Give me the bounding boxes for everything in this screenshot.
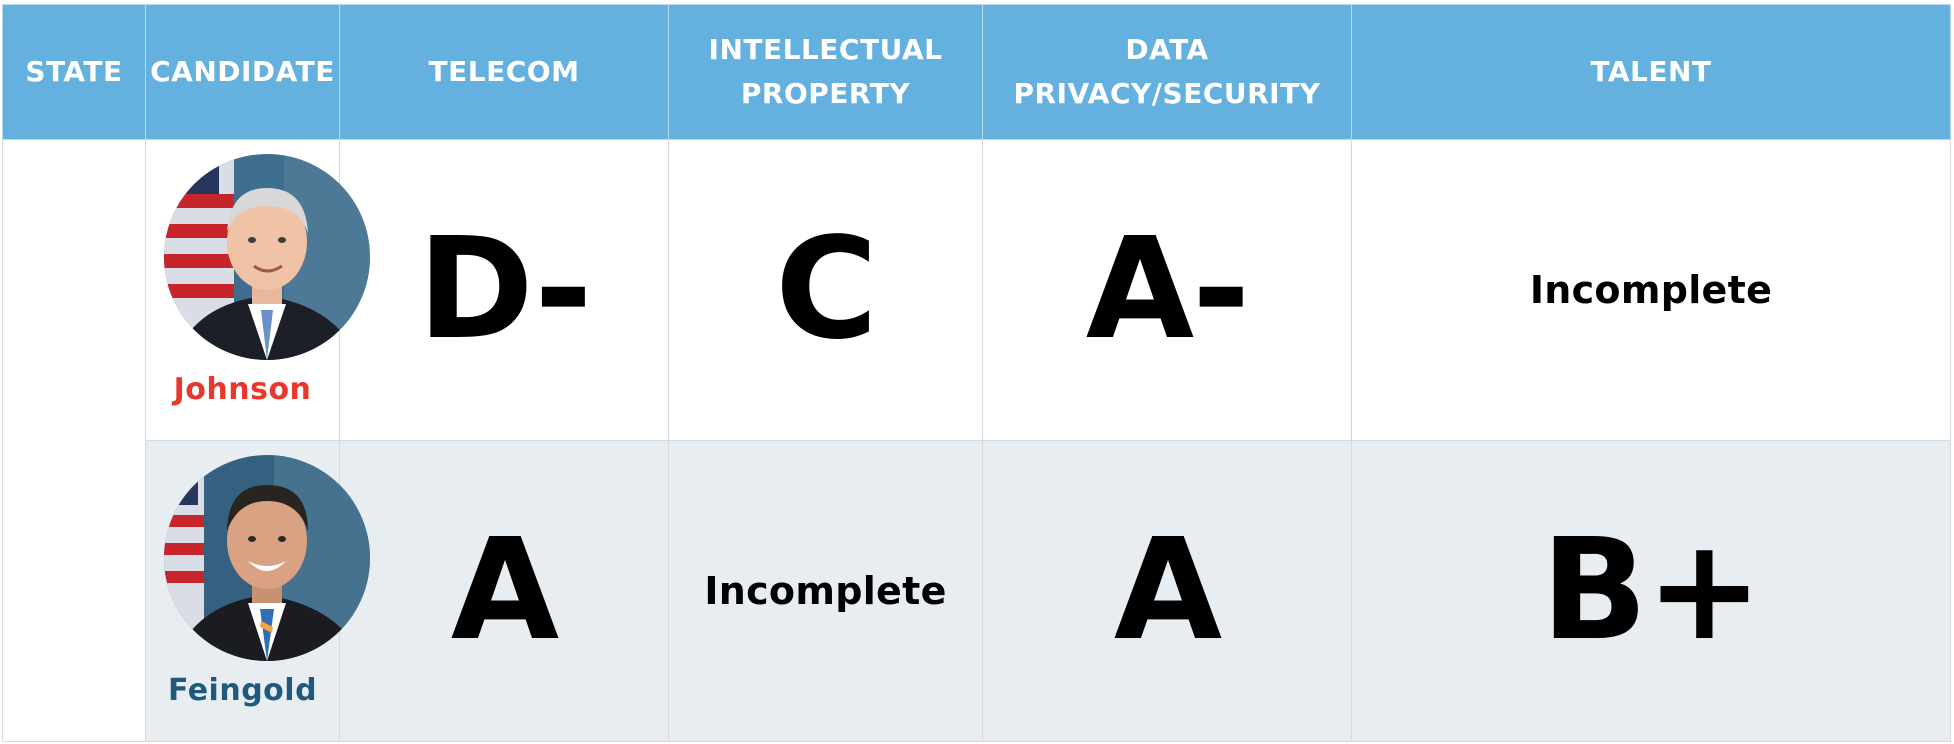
candidate-photo-feingold [164,455,370,661]
grade-value: C [775,208,878,371]
candidate-name: Feingold [167,673,318,708]
header-row: STATE CANDIDATE TELECOM INTELLECTUAL PRO… [2,4,1951,140]
header-ip-line1: INTELLECTUAL [708,33,943,66]
header-talent: TALENT [1351,4,1951,140]
grade-data-privacy-security: A [982,440,1352,742]
grade-value: A [450,509,559,672]
header-state: STATE [2,4,146,140]
candidate-cell: Johnson [145,139,370,441]
grade-talent: B+ [1351,440,1951,742]
grade-value: Incomplete [1529,268,1773,312]
header-intellectual-property: INTELLECTUAL PROPERTY [668,4,983,140]
header-data-privacy-security: DATA PRIVACY/SECURITY [982,4,1352,140]
grade-value: Incomplete [704,569,947,613]
candidate-name: Johnson [173,372,312,407]
table-row: WI Johnson D- C A- Incomplete [2,139,1951,742]
state-cell: WI [2,139,146,742]
grade-intellectual-property: C [668,139,983,441]
candidate-cell: Feingold [145,440,370,742]
header-candidate: CANDIDATE [145,4,340,140]
grade-telecom: A [339,440,669,742]
grade-intellectual-property: Incomplete [668,440,983,742]
header-telecom: TELECOM [339,4,669,140]
grade-value: A- [1085,208,1250,371]
grade-talent: Incomplete [1351,139,1951,441]
grade-value: D- [417,208,593,371]
header-dp-line2: PRIVACY/SECURITY [1013,77,1321,110]
grade-telecom: D- [339,139,669,441]
grade-value: B+ [1540,509,1763,672]
candidate-photo-johnson [164,154,370,360]
grades-table: STATE CANDIDATE TELECOM INTELLECTUAL PRO… [2,4,1951,742]
scorecard-slide: STATE CANDIDATE TELECOM INTELLECTUAL PRO… [0,0,1954,744]
table-row: Feingold A Incomplete A B+ [3,440,1951,742]
header-dp-line1: DATA [1125,33,1209,66]
header-ip-line2: PROPERTY [740,77,911,110]
grade-data-privacy-security: A- [982,139,1352,441]
grade-value: A [1113,509,1222,672]
